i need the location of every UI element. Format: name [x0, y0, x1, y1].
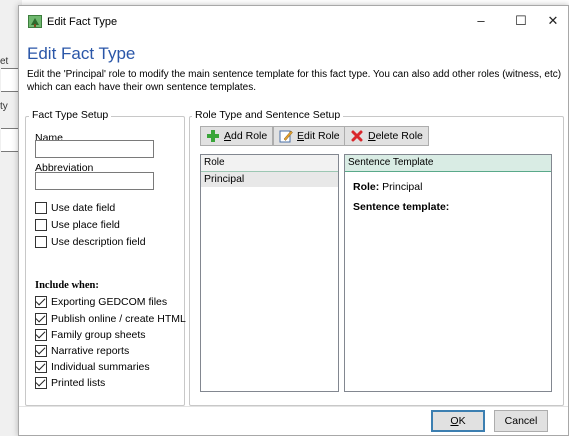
use-place-field-checkbox[interactable]: Use place field [35, 219, 120, 231]
edit-icon [279, 130, 293, 143]
checkbox-box[interactable] [35, 236, 47, 248]
delete-role-label: elete Role [375, 130, 423, 142]
dialog-footer: OK Cancel [19, 406, 568, 435]
role-list-item[interactable]: Principal [201, 172, 338, 187]
checkbox-label: Family group sheets [51, 329, 146, 341]
use-description-field-checkbox[interactable]: Use description field [35, 236, 146, 248]
checkbox-label: Exporting GEDCOM files [51, 296, 168, 308]
window-title: Edit Fact Type [47, 16, 118, 28]
edit-role-label: dit Role [304, 130, 340, 142]
checkbox-box[interactable] [35, 202, 47, 214]
sentence-template-header: Sentence Template [345, 155, 551, 172]
exporting-gedcom-checkbox[interactable]: Exporting GEDCOM files [35, 296, 167, 308]
delete-x-icon [351, 130, 363, 142]
checkbox-label: Printed lists [51, 377, 106, 389]
background-text-fragment: et [0, 56, 9, 67]
edit-fact-type-dialog: Edit Fact Type – ☐ ✕ Edit Fact Type Edit… [18, 5, 569, 436]
narrative-reports-checkbox[interactable]: Narrative reports [35, 345, 129, 357]
sentence-template-panel: Sentence Template Role: Principal Senten… [344, 154, 552, 392]
role-label: Role: [353, 181, 380, 193]
checkbox-label: Use description field [51, 236, 146, 248]
checkbox-label: Use place field [51, 219, 120, 231]
role-value: Principal [382, 181, 423, 193]
checkbox-box[interactable] [35, 361, 47, 373]
checkbox-label: Use date field [51, 202, 116, 214]
checkbox-box[interactable] [35, 219, 47, 231]
fact-type-setup-title: Fact Type Setup [29, 109, 112, 121]
cancel-button[interactable]: Cancel [494, 410, 548, 432]
role-list[interactable]: Role Principal [200, 154, 339, 392]
checkbox-box[interactable] [35, 313, 47, 325]
add-role-button[interactable]: Add Role [200, 126, 274, 146]
checkbox-label: Individual summaries [51, 361, 150, 373]
role-line: Role: Principal [353, 181, 422, 193]
checkbox-label: Publish online / create HTML [51, 313, 186, 325]
add-role-label: dd Role [231, 130, 268, 142]
ok-label: K [458, 415, 466, 427]
role-setup-title: Role Type and Sentence Setup [192, 109, 344, 121]
ok-mnemonic: O [450, 415, 459, 427]
tree-app-icon [28, 15, 42, 28]
abbreviation-field[interactable] [35, 172, 154, 190]
individual-summaries-checkbox[interactable]: Individual summaries [35, 361, 150, 373]
plus-icon [207, 130, 219, 142]
checkbox-box[interactable] [35, 329, 47, 341]
name-field[interactable] [35, 140, 154, 158]
checkbox-box[interactable] [35, 345, 47, 357]
delete-role-button[interactable]: Delete Role [344, 126, 429, 146]
dialog-description: Edit the 'Principal' role to modify the … [27, 69, 562, 93]
checkbox-label: Narrative reports [51, 345, 130, 357]
edit-role-button[interactable]: Edit Role [273, 126, 346, 146]
add-role-mnemonic: A [224, 130, 232, 142]
minimize-button[interactable]: – [459, 6, 503, 36]
sentence-template-label: Sentence template: [353, 201, 450, 213]
dialog-heading: Edit Fact Type [27, 44, 136, 63]
use-date-field-checkbox[interactable]: Use date field [35, 202, 115, 214]
checkbox-box[interactable] [35, 377, 47, 389]
title-bar[interactable]: Edit Fact Type – ☐ ✕ [19, 6, 568, 36]
printed-lists-checkbox[interactable]: Printed lists [35, 377, 105, 389]
delete-role-mnemonic: D [368, 130, 376, 142]
family-group-sheets-checkbox[interactable]: Family group sheets [35, 329, 146, 341]
role-list-header: Role [201, 155, 338, 172]
include-when-label: Include when: [35, 280, 99, 291]
checkbox-box[interactable] [35, 296, 47, 308]
close-button[interactable]: ✕ [531, 6, 569, 36]
background-text-fragment: ty [0, 101, 8, 112]
ok-button[interactable]: OK [431, 410, 485, 432]
edit-role-mnemonic: E [297, 130, 305, 142]
publish-online-checkbox[interactable]: Publish online / create HTML [35, 313, 186, 325]
